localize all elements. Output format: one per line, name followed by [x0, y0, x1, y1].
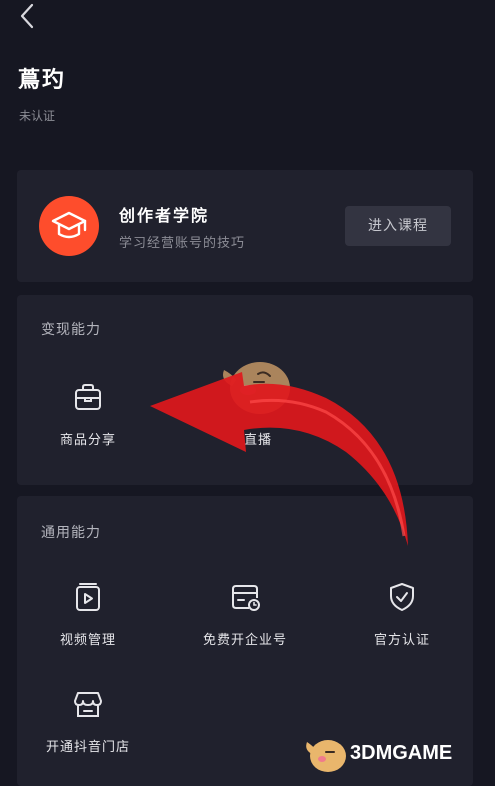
site-watermark: 3DMGAME [302, 728, 495, 778]
section-title: 通用能力 [41, 525, 101, 541]
verify-status: 未认证 [19, 109, 56, 123]
feature-label: 官方认证 [373, 633, 430, 648]
academy-title: 创作者学院 [119, 206, 210, 225]
shopping-bag-icon [72, 381, 104, 413]
section-title: 变现能力 [41, 322, 101, 338]
user-name: 蔦玓 [18, 68, 67, 93]
enterprise-card-icon [229, 581, 261, 613]
open-douyin-store-item[interactable]: 开通抖音门店 [18, 688, 158, 755]
live-icon [242, 381, 274, 413]
watermark-text: 3DMGAME [350, 742, 453, 764]
video-manage-item[interactable]: 视频管理 [18, 581, 158, 648]
watermark-mascot-icon [306, 740, 346, 772]
shield-check-icon [386, 581, 418, 613]
enter-course-button[interactable]: 进入课程 [345, 206, 451, 246]
enterprise-account-item[interactable]: 免费开企业号 [175, 581, 315, 648]
feature-label: 免费开企业号 [202, 633, 287, 648]
feature-label: 开通抖音门店 [45, 740, 130, 755]
storefront-icon [72, 688, 104, 720]
feature-label: 商品分享 [59, 433, 116, 448]
monetize-section: 变现能力 商品分享 直播 [17, 295, 473, 485]
chevron-left-icon [20, 3, 34, 29]
creator-academy-card[interactable]: 创作者学院 学习经营账号的技巧 进入课程 [17, 170, 473, 282]
official-verify-item[interactable]: 官方认证 [332, 581, 472, 648]
feature-label: 直播 [243, 433, 272, 448]
back-button[interactable] [14, 2, 42, 30]
product-share-item[interactable]: 商品分享 [18, 381, 158, 448]
video-manage-icon [72, 581, 104, 613]
graduation-cap-icon [39, 196, 99, 256]
feature-label: 视频管理 [59, 633, 116, 648]
academy-subtitle: 学习经营账号的技巧 [119, 236, 246, 251]
live-item[interactable]: 直播 [188, 381, 328, 448]
